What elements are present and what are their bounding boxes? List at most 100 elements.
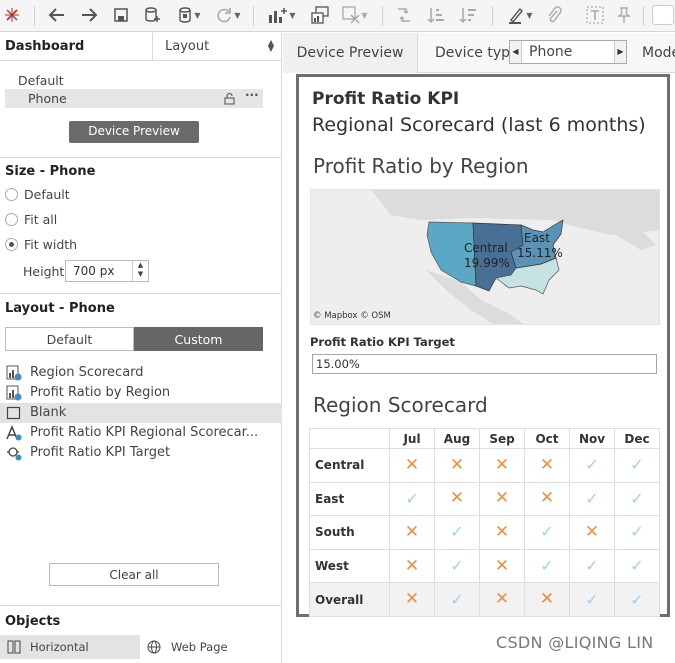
tab-device-preview[interactable]: Device Preview [283, 33, 418, 73]
cross-icon: ✕ [404, 555, 420, 576]
clear-all-button[interactable]: Clear all [49, 563, 219, 586]
layout-item-profit-ratio-by-region[interactable]: Profit Ratio by Region [0, 383, 282, 403]
size-default-radio[interactable] [5, 188, 18, 201]
tab-layout[interactable]: Layout ▲ ▼ [152, 33, 282, 61]
tab-dashboard[interactable]: Dashboard [5, 39, 84, 54]
height-value: 700 px [73, 264, 115, 278]
undo-icon[interactable] [46, 3, 68, 27]
score-cell[interactable]: ✕ [434, 481, 480, 517]
score-cell[interactable]: ✕ [434, 448, 480, 483]
score-cell[interactable]: ✓ [524, 548, 570, 584]
check-icon: ✓ [630, 488, 644, 508]
score-cell[interactable]: ✕ [479, 548, 525, 584]
highlight-icon[interactable]: ▼ [503, 3, 537, 27]
score-cell[interactable]: ✕ [389, 582, 435, 617]
score-cell[interactable]: ✕ [389, 515, 435, 550]
table-row: South ✕ ✓ ✕ ✓ ✕ ✓ [309, 515, 660, 550]
map-label-east: East 15.11% [517, 231, 563, 261]
redo-icon[interactable] [78, 3, 100, 27]
duplicate-icon[interactable] [308, 3, 332, 27]
score-cell[interactable]: ✓ [614, 548, 660, 584]
score-cell[interactable]: ✓ [524, 515, 570, 550]
watermark: CSDN @LIQING LIN [496, 633, 654, 652]
cross-icon: ✕ [539, 589, 555, 610]
new-worksheet-icon[interactable]: ▼ [263, 3, 301, 27]
save-icon[interactable] [110, 3, 132, 27]
size-fit-all-radio[interactable] [5, 213, 18, 226]
cross-icon: ✕ [404, 521, 420, 542]
size-fit-width-radio[interactable] [5, 238, 18, 251]
layout-item-kpi-text[interactable]: Profit Ratio KPI Regional Scorecar... [0, 423, 282, 443]
prev-device-arrow-icon[interactable]: ◀ [510, 41, 522, 63]
score-cell[interactable]: ✓ [614, 515, 660, 550]
score-cell[interactable]: ✓ [434, 548, 480, 584]
score-cell[interactable]: ✕ [389, 448, 435, 483]
layout-default-toggle[interactable]: Default [5, 327, 134, 351]
swap-icon[interactable] [392, 3, 416, 27]
score-cell[interactable]: ✓ [434, 582, 480, 617]
device-phone-row[interactable]: Phone ··· [5, 88, 263, 108]
sort-descending-icon[interactable] [456, 3, 480, 27]
size-fit-width-label[interactable]: Fit width [24, 237, 77, 252]
clear-sheet-icon[interactable]: ▼ [338, 3, 372, 27]
score-cell[interactable]: ✕ [524, 448, 570, 483]
next-device-arrow-icon[interactable]: ▶ [614, 41, 626, 63]
region-scorecard-table[interactable]: Jul Aug Sep Oct Nov Dec Central ✕ ✕ ✕ ✕ ✓ ✓ Eas… [309, 428, 660, 617]
data-source-icon[interactable]: ▼ [173, 3, 205, 27]
kpi-subtitle: Regional Scorecard (last 6 months) [312, 114, 646, 136]
more-options-icon[interactable]: ··· [245, 88, 259, 102]
score-cell[interactable]: ✓ [569, 481, 615, 517]
score-cell[interactable]: ✕ [479, 515, 525, 550]
sort-ascending-icon[interactable] [424, 3, 448, 27]
layout-item-blank[interactable]: Blank [0, 403, 282, 423]
cross-icon: ✕ [494, 454, 510, 475]
lock-icon[interactable] [224, 92, 235, 108]
device-preview-button[interactable]: Device Preview [69, 121, 199, 143]
check-icon: ✓ [585, 488, 599, 508]
device-type-select[interactable]: ◀ Phone ▶ [509, 40, 627, 64]
score-cell[interactable]: ✓ [614, 448, 660, 483]
layout-item-region-scorecard[interactable]: Region Scorecard [0, 363, 282, 383]
target-parameter-input[interactable]: 15.00% [312, 354, 657, 374]
layout-item-label: Blank [30, 405, 67, 420]
layout-custom-toggle[interactable]: Custom [134, 327, 263, 351]
score-cell[interactable]: ✓ [434, 515, 480, 550]
score-cell[interactable]: ✕ [479, 481, 525, 517]
device-default[interactable]: Default [18, 73, 64, 88]
size-fit-all-label[interactable]: Fit all [24, 212, 57, 227]
attach-icon[interactable] [542, 3, 566, 27]
refresh-icon[interactable]: ▼ [211, 3, 245, 27]
tab-layout-label: Layout [165, 39, 210, 54]
size-section-title: Size - Phone [5, 164, 96, 179]
text-box-icon[interactable] [584, 3, 606, 27]
pin-icon[interactable] [613, 3, 635, 27]
score-cell[interactable]: ✕ [569, 515, 615, 550]
layout-item-kpi-target[interactable]: Profit Ratio KPI Target [0, 443, 282, 463]
tableau-logo-icon[interactable] [2, 3, 22, 27]
presentation-mode-icon[interactable] [651, 3, 675, 27]
score-cell[interactable]: ✓ [614, 582, 660, 617]
score-cell[interactable]: ✕ [479, 582, 525, 617]
score-cell[interactable]: ✓ [389, 481, 435, 517]
new-data-source-icon[interactable] [141, 3, 163, 27]
score-cell[interactable]: ✓ [614, 481, 660, 517]
map-attribution[interactable]: © Mapbox © OSM [313, 311, 391, 321]
score-cell[interactable]: ✓ [569, 548, 615, 584]
cross-icon: ✕ [449, 488, 465, 509]
score-cell[interactable]: ✓ [569, 582, 615, 617]
score-cell[interactable]: ✓ [569, 448, 615, 483]
score-cell[interactable]: ✕ [479, 448, 525, 483]
map-label-east-region: East [524, 231, 550, 245]
score-cell[interactable]: ✕ [524, 582, 570, 617]
check-icon: ✓ [405, 488, 419, 508]
height-stepper[interactable]: ▲ ▼ [132, 261, 148, 281]
size-default-label[interactable]: Default [24, 187, 70, 202]
object-web-page[interactable]: Web Page [146, 635, 266, 659]
score-cell[interactable]: ✕ [524, 481, 570, 517]
height-input[interactable]: 700 px ▲ ▼ [65, 260, 149, 282]
object-horizontal[interactable]: Horizontal [0, 635, 140, 659]
check-icon: ✓ [585, 455, 599, 475]
table-row: East ✓ ✕ ✕ ✕ ✓ ✓ [309, 481, 660, 517]
score-cell[interactable]: ✕ [389, 548, 435, 584]
layout-section-title: Layout - Phone [5, 301, 115, 316]
